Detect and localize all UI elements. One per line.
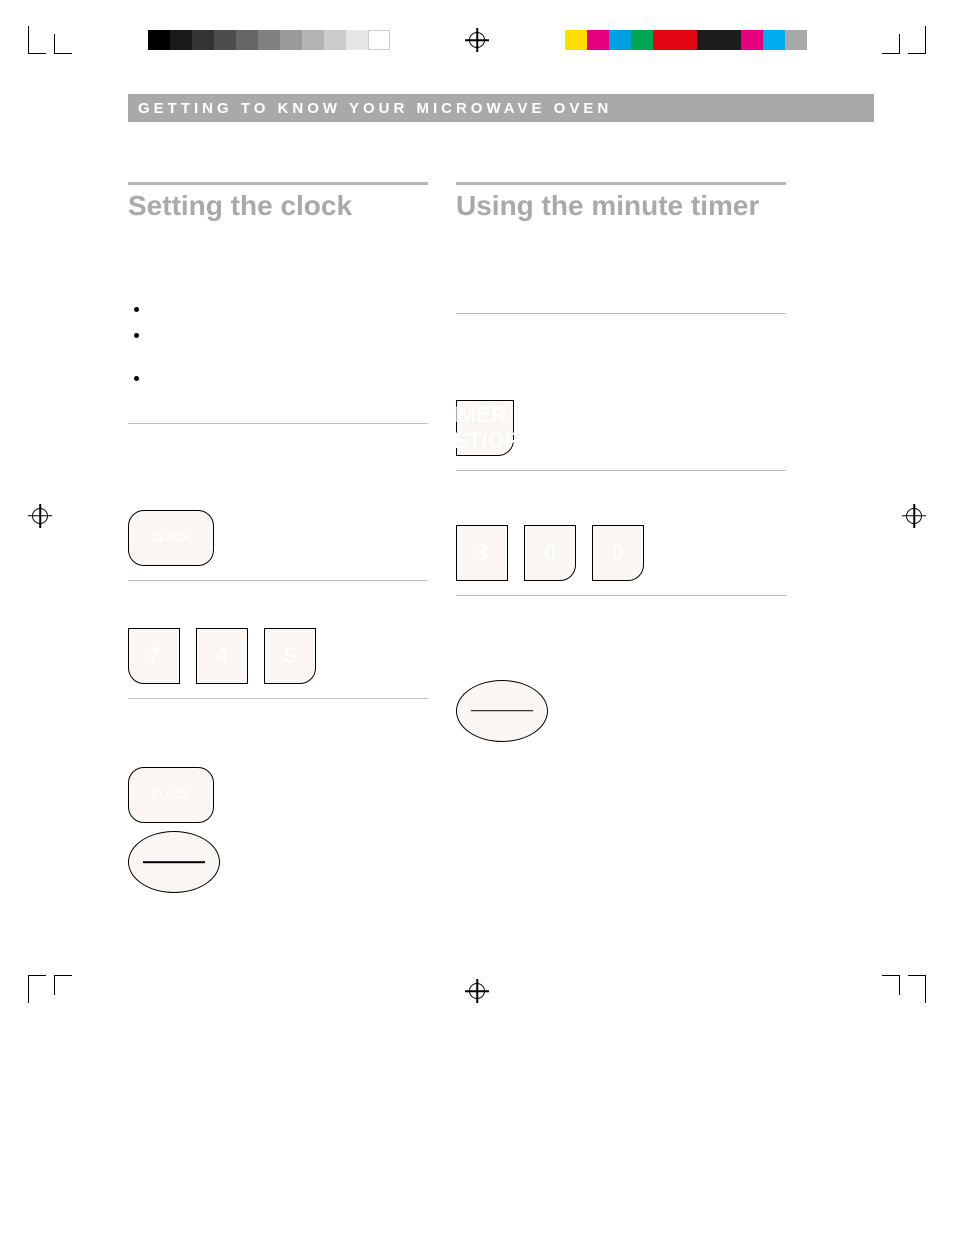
timer-button-icon: TIMER SET/OFF (456, 400, 514, 456)
keypad-digit-icon: 0 (524, 525, 576, 581)
page-content: GETTING TO KNOW YOUR MICROWAVE OVEN Sett… (0, 0, 954, 1029)
step-body: The display will count down the time. (456, 648, 786, 666)
step-heading: 2. Press the number pads to enter the co… (128, 599, 428, 614)
registration-mark-icon (465, 979, 489, 1003)
bullet-list: The clock is a 12-hour clock. When the o… (128, 301, 428, 405)
divider (128, 182, 428, 185)
step-body: The display shows the Command Display pr… (456, 351, 786, 386)
crop-marks-bottom-right (882, 975, 926, 1003)
step-heading: 2. Press the number pads to enter the ti… (456, 489, 786, 519)
step-body: You will see the Command Display prompt … (128, 461, 428, 496)
heading-minute-timer: Using the minute timer (456, 191, 786, 220)
column-setting-clock: Setting the clock When you first plug in… (128, 182, 428, 939)
list-item: When the oven is first plugged in, the d… (128, 327, 428, 362)
keypad-example: 3 0 0 (456, 525, 786, 581)
column-minute-timer: Using the minute timer Use the microwave… (456, 182, 786, 939)
list-item: The clock is a 12-hour clock. (128, 301, 428, 319)
note-text: NOTE: If the cooking time ends before th… (456, 877, 786, 939)
step-body: You will see the time of day on the disp… (128, 736, 428, 754)
intro-text: When you first plug in your microwave ov… (128, 238, 428, 291)
clock-button-icon: CLOCK (128, 510, 214, 566)
note-text: NOTE: To use the minute timer during coo… (456, 824, 786, 871)
section-header: GETTING TO KNOW YOUR MICROWAVE OVEN (128, 94, 874, 122)
start-button-icon (128, 831, 220, 893)
keypad-example: 7 4 5 (128, 628, 428, 684)
note-text: NOTE: To cancel the minute timer during … (456, 771, 786, 818)
step-heading: 3. Press the CLOCK pad or the START pad. (128, 717, 428, 732)
keypad-digit-icon: 5 (264, 628, 316, 684)
start-button-icon (456, 680, 548, 742)
keypad-digit-icon: 4 (196, 628, 248, 684)
heading-setting-clock: Setting the clock (128, 191, 428, 220)
divider (456, 182, 786, 185)
intro-text: Use the microwave oven as a minute timer… (456, 238, 786, 291)
note-text: NOTE: To reset the clock, repeat Steps 1… (128, 901, 428, 917)
list-item: If time entry is not necessary, press th… (128, 370, 428, 405)
keypad-digit-icon: 7 (128, 628, 180, 684)
clock-button-icon: CLOCK (128, 767, 214, 823)
page-number: 6 (50, 952, 57, 967)
crop-marks-bottom-left (28, 975, 72, 1003)
printer-registration-bottom (0, 971, 954, 1003)
step-heading: 1. Press the TIMER SET/OFF pad. (456, 332, 786, 347)
step-heading: 3. Press the TIMER SET/OFF pad or the ST… (456, 614, 786, 644)
keypad-digit-icon: 0 (592, 525, 644, 581)
keypad-digit-icon: 3 (456, 525, 508, 581)
note-text: NOTE: The timer does not start microwave… (456, 750, 786, 766)
step-heading: 1. Press the CLOCK pad. (128, 442, 428, 457)
